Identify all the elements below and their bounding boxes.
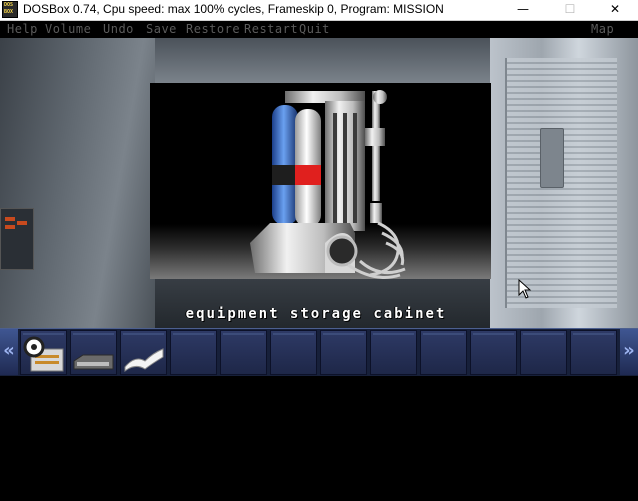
inventory-slot-8[interactable] bbox=[370, 330, 417, 375]
icon-text-top: DOS bbox=[4, 2, 14, 8]
window-title: DOSBox 0.74, Cpu speed: max 100% cycles,… bbox=[23, 2, 444, 16]
control-console[interactable] bbox=[0, 208, 34, 270]
menu-volume[interactable]: Volume bbox=[45, 22, 91, 36]
menu-map[interactable]: Map bbox=[591, 22, 614, 36]
maximize-button[interactable]: ☐ bbox=[547, 0, 593, 20]
inventory-slot-12[interactable] bbox=[570, 330, 617, 375]
menu-quit[interactable]: Quit bbox=[299, 22, 330, 36]
inventory-slot-7[interactable] bbox=[320, 330, 367, 375]
window-titlebar: DOS BOX DOSBox 0.74, Cpu speed: max 100%… bbox=[0, 0, 638, 21]
inventory-slot-9[interactable] bbox=[420, 330, 467, 375]
icon-text-bottom: BOX bbox=[4, 9, 14, 15]
menu-save[interactable]: Save bbox=[146, 22, 177, 36]
mouse-cursor-icon bbox=[518, 279, 532, 299]
scene-caption: equipment storage cabinet bbox=[185, 306, 447, 322]
dosbox-icon[interactable]: DOS BOX bbox=[2, 1, 18, 18]
cabinet-closeup[interactable] bbox=[150, 83, 491, 279]
game-menu-bar: Help Volume Undo Save Restore Restart Qu… bbox=[0, 21, 638, 38]
inventory-slot-10[interactable] bbox=[470, 330, 517, 375]
data-disc-icon bbox=[23, 336, 64, 372]
empty-display-area bbox=[0, 376, 638, 501]
scene-left-wall bbox=[0, 38, 155, 328]
paper-icon bbox=[124, 348, 164, 373]
inventory-slot-6[interactable] bbox=[270, 330, 317, 375]
menu-restore[interactable]: Restore bbox=[186, 22, 240, 36]
device-icon bbox=[73, 354, 114, 370]
inventory-slot-1[interactable] bbox=[20, 330, 67, 375]
inventory-slot-2[interactable] bbox=[70, 330, 117, 375]
inventory-scroll-left-icon[interactable]: « bbox=[0, 329, 18, 375]
menu-undo[interactable]: Undo bbox=[103, 22, 134, 36]
inventory-bar: « » bbox=[0, 328, 638, 377]
storage-cabinet-graphic bbox=[250, 90, 406, 279]
minimize-button[interactable]: — bbox=[500, 0, 546, 20]
inventory-scroll-right-icon[interactable]: » bbox=[620, 329, 638, 375]
inventory-slot-5[interactable] bbox=[220, 330, 267, 375]
close-button[interactable]: ✕ bbox=[592, 0, 638, 20]
inventory-slot-4[interactable] bbox=[170, 330, 217, 375]
game-scene[interactable]: equipment storage cabinet bbox=[0, 38, 638, 328]
door-handle[interactable] bbox=[540, 128, 564, 188]
inventory-slot-11[interactable] bbox=[520, 330, 567, 375]
menu-restart[interactable]: Restart bbox=[244, 22, 298, 36]
menu-help[interactable]: Help bbox=[7, 22, 38, 36]
inventory-slot-3[interactable] bbox=[120, 330, 167, 375]
